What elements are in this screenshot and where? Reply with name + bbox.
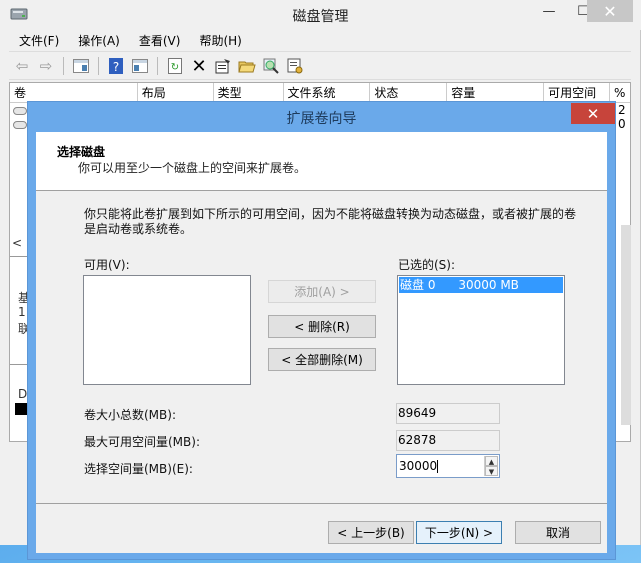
show-hide-console-tree-icon[interactable] xyxy=(70,55,92,77)
minimize-icon: — xyxy=(542,3,556,19)
wizard-heading: 选择磁盘 xyxy=(57,145,106,159)
svg-text:?: ? xyxy=(113,60,119,74)
disk-label-fragment: 1 xyxy=(18,305,26,319)
column-header-filesystem[interactable]: 文件系统 xyxy=(284,83,371,102)
selected-disks-list[interactable]: 磁盘 0 30000 MB xyxy=(397,275,565,385)
help-icon[interactable]: ? xyxy=(105,55,127,77)
cancel-button[interactable]: 取消 xyxy=(515,521,601,544)
remove-button[interactable]: < 删除(R) xyxy=(268,315,376,338)
dialog-titlebar: 扩展卷向导 ✕ xyxy=(28,102,615,132)
back-arrow-icon[interactable]: ⇦ xyxy=(11,55,33,77)
properties-icon[interactable] xyxy=(212,55,234,77)
next-button[interactable]: 下一步(N) > xyxy=(416,521,502,544)
menu-view[interactable]: 查看(V) xyxy=(129,32,190,49)
table-header: 卷 布局 类型 文件系统 状态 容量 可用空间 % xyxy=(10,83,630,103)
divider xyxy=(10,364,28,365)
percent-free-values: 2 0 xyxy=(618,103,626,131)
vertical-scrollbar[interactable] xyxy=(621,225,631,425)
select-amount-spinbox[interactable]: 30000 ▲ ▼ xyxy=(396,454,500,478)
scroll-left-arrow-icon[interactable]: < xyxy=(12,236,22,250)
selected-label: 已选的(S): xyxy=(398,258,456,272)
menu-file[interactable]: 文件(F) xyxy=(9,32,68,49)
select-amount-label: 选择空间量(MB)(E): xyxy=(84,462,193,476)
disk-label-fragment: D xyxy=(18,387,28,401)
column-header-capacity[interactable]: 容量 xyxy=(447,83,545,102)
column-header-free-space[interactable]: 可用空间 xyxy=(544,83,611,102)
dialog-close-button[interactable]: ✕ xyxy=(571,103,615,124)
svg-text:↻: ↻ xyxy=(171,62,179,73)
dialog-body: 选择磁盘 你可以用至少一个磁盘上的空间来扩展卷。 你只能将此卷扩展到如下所示的可… xyxy=(36,132,607,553)
percent-free-value: 0 xyxy=(618,117,626,131)
dialog-title: 扩展卷向导 xyxy=(286,111,357,127)
search-icon[interactable] xyxy=(260,55,282,77)
column-header-volume[interactable]: 卷 xyxy=(10,83,138,102)
open-folder-icon[interactable] xyxy=(236,55,258,77)
footer-divider xyxy=(36,503,607,504)
toolbar: ⇦ ⇨ ? ↻ ✕ xyxy=(9,53,631,80)
window-titlebar: 磁盘管理 — ☐ ✕ xyxy=(0,0,641,30)
column-header-percent-free[interactable]: % xyxy=(610,83,630,102)
selected-disk-item[interactable]: 磁盘 0 30000 MB xyxy=(399,277,563,293)
total-size-label: 卷大小总数(MB): xyxy=(84,408,176,422)
menu-action[interactable]: 操作(A) xyxy=(68,32,129,49)
disk-size: 30000 MB xyxy=(458,278,519,292)
max-available-label: 最大可用空间量(MB): xyxy=(84,435,200,449)
column-header-layout[interactable]: 布局 xyxy=(138,83,214,102)
spin-down-icon[interactable]: ▼ xyxy=(485,466,498,476)
delete-icon[interactable]: ✕ xyxy=(188,55,210,77)
spin-up-icon[interactable]: ▲ xyxy=(485,456,498,466)
wizard-subheading: 你可以用至少一个磁盘上的空间来扩展卷。 xyxy=(78,161,307,175)
column-header-type[interactable]: 类型 xyxy=(214,83,284,102)
toolbar-separator xyxy=(63,57,64,75)
unallocated-legend-swatch xyxy=(15,403,27,415)
add-button[interactable]: 添加(A) > xyxy=(268,280,376,303)
refresh-icon[interactable]: ↻ xyxy=(164,55,186,77)
divider xyxy=(10,256,28,257)
menu-bar: 文件(F) 操作(A) 查看(V) 帮助(H) xyxy=(9,30,631,52)
close-icon: ✕ xyxy=(586,104,600,123)
settings-icon[interactable] xyxy=(284,55,306,77)
disk-name: 磁盘 0 xyxy=(400,278,436,292)
volume-row-icon[interactable] xyxy=(13,121,27,129)
back-button[interactable]: < 上一步(B) xyxy=(328,521,414,544)
available-label: 可用(V): xyxy=(84,258,130,272)
toolbar-separator xyxy=(98,57,99,75)
text-caret xyxy=(437,460,439,473)
wizard-description: 你只能将此卷扩展到如下所示的可用空间，因为不能将磁盘转换为动态磁盘，或者被扩展的… xyxy=(84,207,577,236)
show-hide-action-pane-icon[interactable] xyxy=(129,55,151,77)
forward-arrow-icon[interactable]: ⇨ xyxy=(35,55,57,77)
extend-volume-wizard-dialog: 扩展卷向导 ✕ 选择磁盘 你可以用至少一个磁盘上的空间来扩展卷。 你只能将此卷扩… xyxy=(27,101,616,560)
max-available-field: 62878 xyxy=(396,430,500,451)
menu-help[interactable]: 帮助(H) xyxy=(189,32,250,49)
available-disks-list[interactable] xyxy=(83,275,251,385)
window-close-button[interactable]: ✕ xyxy=(587,0,633,22)
spin-buttons: ▲ ▼ xyxy=(484,456,498,476)
toolbar-separator xyxy=(157,57,158,75)
total-size-field: 89649 xyxy=(396,403,500,424)
wizard-header: 选择磁盘 你可以用至少一个磁盘上的空间来扩展卷。 xyxy=(36,132,607,191)
close-icon: ✕ xyxy=(603,1,617,21)
remove-all-button[interactable]: < 全部删除(M) xyxy=(268,348,376,371)
volume-row-icon[interactable] xyxy=(13,107,27,115)
select-amount-value: 30000 xyxy=(399,459,438,473)
percent-free-value: 2 xyxy=(618,103,626,117)
column-header-status[interactable]: 状态 xyxy=(370,83,448,102)
